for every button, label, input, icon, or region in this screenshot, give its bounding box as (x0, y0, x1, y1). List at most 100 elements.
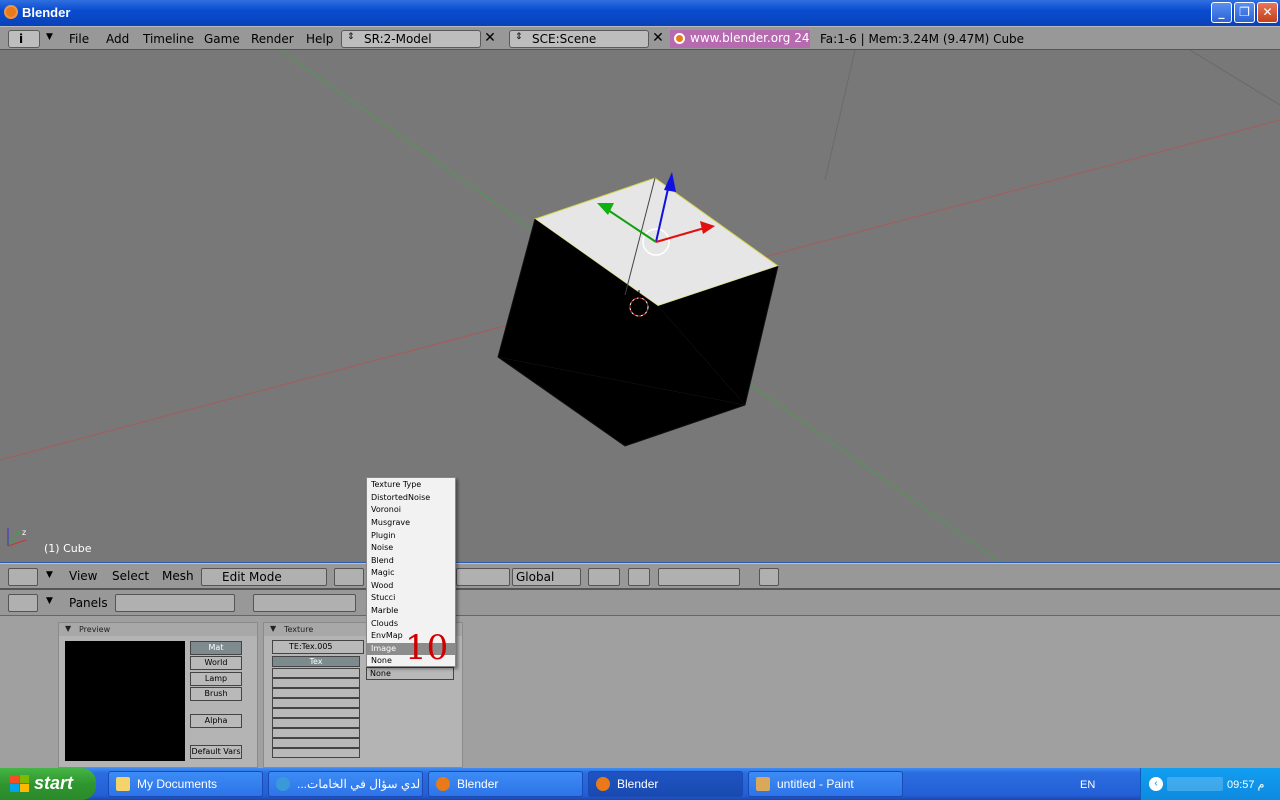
buttons-area: ▼ Preview Mat World Lamp Brush Alpha Defa… (0, 616, 1280, 768)
context-icons[interactable] (115, 594, 235, 612)
tex-slot[interactable] (272, 708, 360, 718)
default-vars-button[interactable]: Default Vars (190, 745, 242, 759)
minimize-button[interactable]: _ (1211, 2, 1232, 23)
preview-brush-button[interactable]: Brush (190, 687, 242, 701)
screen-selector[interactable]: ⇕ SR:2-Model (341, 30, 481, 48)
start-label: start (34, 773, 74, 793)
task-label: ...لدي سؤال في الخامات (297, 777, 421, 791)
menu-item-musgrave[interactable]: Musgrave (367, 517, 455, 529)
windows-taskbar: start My Documents ...لدي سؤال في الخاما… (0, 768, 1280, 800)
tex-slot[interactable] (272, 698, 360, 708)
editor-type-grid-icon[interactable] (8, 568, 38, 586)
task-my-documents[interactable]: My Documents (108, 771, 263, 797)
tex-slot[interactable] (272, 738, 360, 748)
subcontext-icons[interactable] (253, 594, 356, 612)
task-paint[interactable]: untitled - Paint (748, 771, 903, 797)
menu-item-blend[interactable]: Blend (367, 555, 455, 567)
blender-icon (436, 777, 450, 791)
cube-mesh[interactable] (497, 177, 780, 447)
orientation-selector[interactable]: Global (512, 568, 581, 586)
tex-slot[interactable] (272, 718, 360, 728)
menu-select[interactable]: Select (112, 569, 149, 583)
tex-channel-header: Tex (272, 656, 360, 667)
menu-item-voronoi[interactable]: Voronoi (367, 504, 455, 516)
snap-magnet-icon[interactable] (628, 568, 650, 586)
buttons-editor-type-icon[interactable] (8, 594, 38, 612)
preview-panel-header[interactable]: ▼ Preview (59, 623, 257, 636)
task-blender-2[interactable]: Blender (588, 771, 743, 797)
tex-slot[interactable] (272, 678, 360, 688)
buttons-collapse-icon[interactable]: ▼ (46, 596, 53, 606)
menu-timeline[interactable]: Timeline (143, 32, 194, 46)
menu-item-stucci[interactable]: Stucci (367, 592, 455, 604)
menu-add[interactable]: Add (106, 32, 129, 46)
menu-item-magic[interactable]: Magic (367, 567, 455, 579)
tex-slot[interactable] (272, 728, 360, 738)
panel-collapse-icon: ▼ (65, 624, 72, 633)
menu-item-noise[interactable]: Noise (367, 542, 455, 554)
blender-url-link[interactable]: www.blender.org 246 (670, 30, 810, 48)
buttons-window-header: ▼ Panels (0, 590, 1280, 616)
language-indicator[interactable]: EN (1080, 779, 1095, 791)
start-button[interactable]: start (0, 768, 96, 800)
render-preview-icon[interactable] (759, 568, 779, 586)
vertex-edge-face-icons[interactable] (658, 568, 740, 586)
task-browser[interactable]: ...لدي سؤال في الخامات (268, 771, 423, 797)
task-label: Blender (617, 777, 659, 791)
texture-name-field[interactable]: TE:Tex.005 (272, 640, 364, 654)
task-label: untitled - Paint (777, 777, 854, 791)
tex-slot[interactable] (272, 668, 360, 678)
mode-selector[interactable]: Edit Mode (201, 568, 327, 586)
alpha-button[interactable]: Alpha (190, 714, 242, 728)
menu-help[interactable]: Help (306, 32, 333, 46)
delete-screen-icon[interactable]: ✕ (481, 30, 499, 48)
window-title: Blender (22, 5, 71, 20)
close-button[interactable]: ✕ (1257, 2, 1278, 23)
folder-icon (116, 777, 130, 791)
tray-icons[interactable] (1167, 777, 1223, 791)
tex-slot[interactable] (272, 688, 360, 698)
active-object-label: (1) Cube (44, 542, 92, 555)
menu-item-plugin[interactable]: Plugin (367, 530, 455, 542)
scene-selector[interactable]: ⇕ SCE:Scene (509, 30, 649, 48)
url-text: www.blender.org 246 (690, 31, 810, 45)
paint-icon (756, 777, 770, 791)
3d-viewport[interactable]: z (1) Cube (0, 50, 1280, 562)
menu-game[interactable]: Game (204, 32, 240, 46)
menu-view[interactable]: View (69, 569, 97, 583)
panels-menu[interactable]: Panels (69, 596, 108, 610)
blender-icon (596, 777, 610, 791)
preview-title: Preview (79, 625, 111, 634)
menu-file[interactable]: File (69, 32, 89, 46)
delete-scene-icon[interactable]: ✕ (649, 30, 667, 48)
menu-title: Texture Type (371, 480, 422, 489)
menu-mesh[interactable]: Mesh (162, 569, 194, 583)
clock: 09:57 م (1227, 779, 1265, 791)
texture-type-dropdown[interactable]: None (366, 667, 454, 680)
info-window-type-icon[interactable]: i (8, 30, 40, 48)
blender-window: Blender _ ❐ ✕ i ▼ File Add Timeline Game… (0, 0, 1280, 768)
tex-slot[interactable] (272, 748, 360, 758)
pivot-icon[interactable] (588, 568, 620, 586)
preview-lamp-button[interactable]: Lamp (190, 672, 242, 686)
menu-item-distortednoise[interactable]: DistortedNoise (367, 492, 455, 504)
preview-mat-button[interactable]: Mat (190, 641, 242, 655)
tray-expand-icon[interactable]: ‹ (1149, 777, 1163, 791)
header-collapse-icon[interactable]: ▼ (46, 570, 53, 580)
3d-view-header: ▼ View Select Mesh Edit Mode Global (0, 563, 1280, 589)
windows-logo-icon (10, 775, 29, 792)
preview-panel: ▼ Preview Mat World Lamp Brush Alpha Defa… (58, 622, 258, 768)
collapse-menu-icon[interactable]: ▼ (46, 32, 53, 42)
texture-title: Texture (284, 625, 314, 634)
menu-render[interactable]: Render (251, 32, 294, 46)
scene-name: SCE:Scene (532, 32, 597, 46)
menu-item-wood[interactable]: Wood (367, 580, 455, 592)
task-label: Blender (457, 777, 499, 791)
preview-world-button[interactable]: World (190, 656, 242, 670)
draw-type-icon[interactable] (334, 568, 364, 586)
select-mode-icons[interactable] (456, 568, 510, 586)
info-header: i ▼ File Add Timeline Game Render Help ⇕… (0, 26, 1280, 50)
menu-item-marble[interactable]: Marble (367, 605, 455, 617)
maximize-button[interactable]: ❐ (1234, 2, 1255, 23)
task-blender-1[interactable]: Blender (428, 771, 583, 797)
